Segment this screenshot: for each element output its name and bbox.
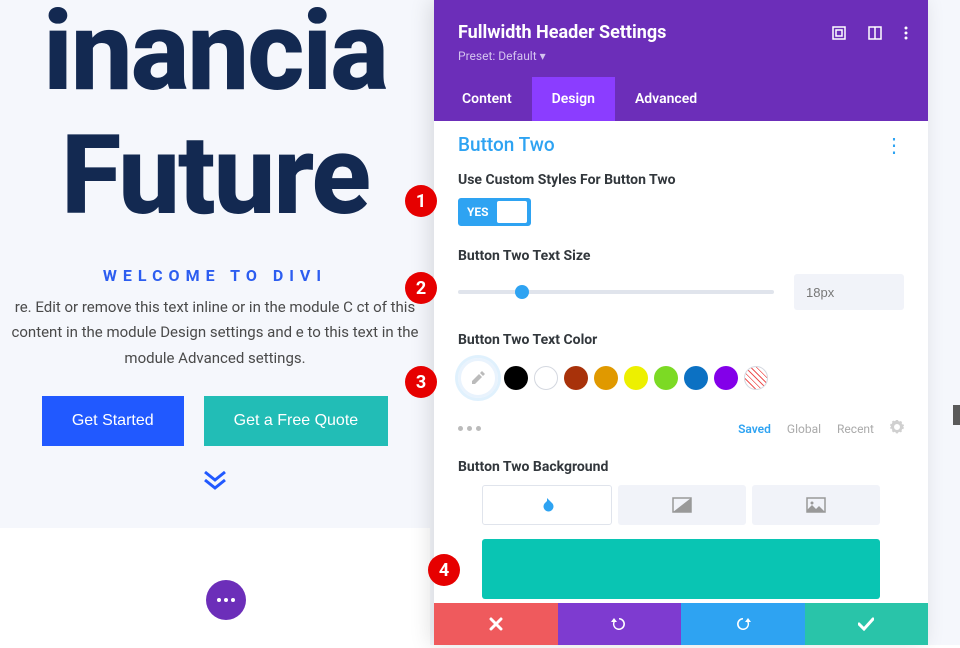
settings-panel: Fullwidth Header Settings Preset: Defaul… xyxy=(434,0,928,645)
text-size-label: Button Two Text Size xyxy=(458,248,904,264)
section-title[interactable]: Button Two xyxy=(458,133,555,156)
palette-state-recent[interactable]: Recent xyxy=(837,422,874,436)
palette-more-icon[interactable] xyxy=(458,426,481,431)
cancel-button[interactable] xyxy=(434,603,558,645)
panel-body: Button Two ⋮ Use Custom Styles For Butto… xyxy=(434,121,928,645)
swatch-black[interactable] xyxy=(504,366,528,390)
palette-state-global[interactable]: Global xyxy=(787,422,821,436)
field-text-size: Button Two Text Size xyxy=(434,240,928,324)
callout-4: 4 xyxy=(428,554,460,586)
floating-menu-button[interactable] xyxy=(206,580,246,620)
callout-3: 3 xyxy=(405,366,437,398)
bg-tab-gradient[interactable] xyxy=(618,485,746,525)
swatch-yellow[interactable] xyxy=(624,366,648,390)
panel-preset[interactable]: Preset: Default ▾ xyxy=(458,49,904,63)
field-background: Button Two Background xyxy=(434,451,928,613)
custom-styles-label: Use Custom Styles For Button Two xyxy=(458,172,904,188)
undo-button[interactable] xyxy=(558,603,682,645)
swatch-blue[interactable] xyxy=(684,366,708,390)
color-swatches xyxy=(458,358,904,398)
background-preview[interactable] xyxy=(482,539,880,599)
callout-1: 1 xyxy=(405,185,437,217)
free-quote-button[interactable]: Get a Free Quote xyxy=(204,396,389,446)
custom-styles-toggle[interactable]: YES xyxy=(458,198,531,226)
swatch-green[interactable] xyxy=(654,366,678,390)
bg-tab-color[interactable] xyxy=(482,485,612,525)
panel-header: Fullwidth Header Settings Preset: Defaul… xyxy=(434,0,928,77)
palette-row: Saved Global Recent xyxy=(434,412,928,451)
scroll-down-icon[interactable] xyxy=(0,470,430,492)
tab-content[interactable]: Content xyxy=(442,77,532,121)
bg-tab-image[interactable] xyxy=(752,485,880,525)
panel-tabs: Content Design Advanced xyxy=(434,77,928,121)
hero-subtitle: Welcome to Divi xyxy=(0,266,430,285)
tab-design[interactable]: Design xyxy=(532,77,615,121)
field-text-color: Button Two Text Color xyxy=(434,324,928,412)
eyedropper-button[interactable] xyxy=(458,358,498,398)
footer-actions xyxy=(434,603,928,645)
hero-button-row: Get Started Get a Free Quote xyxy=(0,396,430,446)
swatch-transparent[interactable] xyxy=(744,366,768,390)
redo-button[interactable] xyxy=(681,603,805,645)
page-content: inancia Future Welcome to Divi re. Edit … xyxy=(0,0,430,486)
field-custom-styles: Use Custom Styles For Button Two YES xyxy=(434,164,928,240)
tab-advanced[interactable]: Advanced xyxy=(615,77,717,121)
kebab-menu-icon[interactable] xyxy=(904,26,908,40)
text-color-label: Button Two Text Color xyxy=(458,332,904,348)
save-button[interactable] xyxy=(805,603,929,645)
swatch-purple[interactable] xyxy=(714,366,738,390)
section-menu-icon[interactable]: ⋮ xyxy=(884,142,904,148)
swatch-orange[interactable] xyxy=(594,366,618,390)
palette-state-saved[interactable]: Saved xyxy=(738,422,771,436)
swatch-white[interactable] xyxy=(534,366,558,390)
palette-settings-icon[interactable] xyxy=(890,420,904,437)
swatch-dark-red[interactable] xyxy=(564,366,588,390)
hero-title-line2: Future xyxy=(0,115,430,236)
get-started-button[interactable]: Get Started xyxy=(42,396,184,446)
scroll-indicator xyxy=(953,405,960,425)
slider-thumb[interactable] xyxy=(515,285,529,299)
text-size-input[interactable] xyxy=(794,274,904,310)
callout-2: 2 xyxy=(405,272,437,304)
hero-title-line1: inancia xyxy=(0,0,430,105)
expand-icon[interactable] xyxy=(832,26,846,40)
text-size-slider[interactable] xyxy=(458,290,774,294)
background-label: Button Two Background xyxy=(458,459,904,475)
columns-icon[interactable] xyxy=(868,26,882,40)
hero-body-text[interactable]: re. Edit or remove this text inline or i… xyxy=(0,295,430,372)
